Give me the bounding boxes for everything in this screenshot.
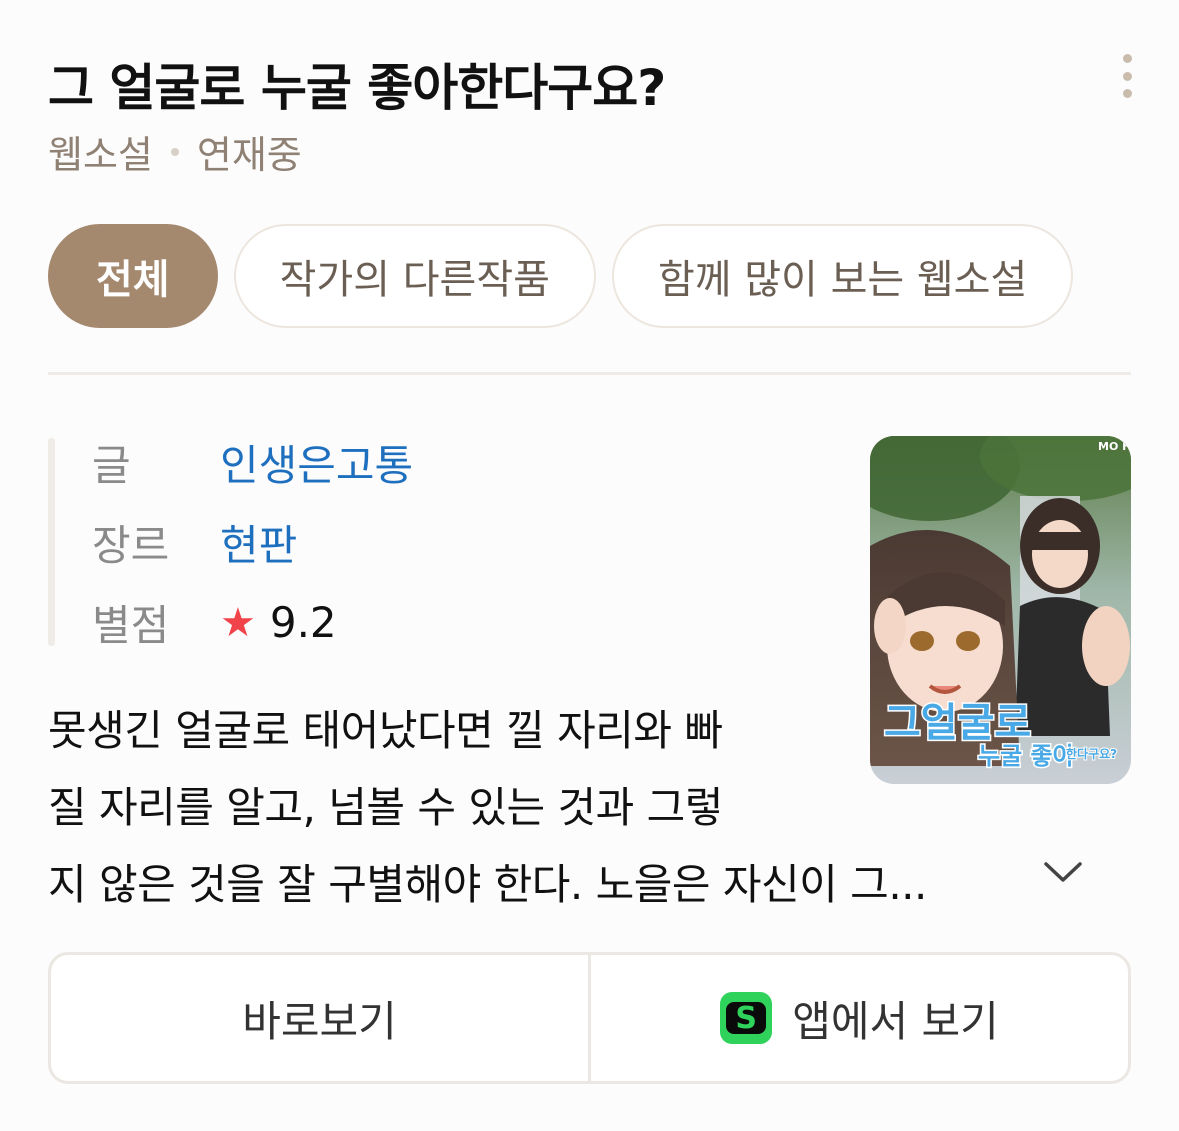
- tab-related-novels[interactable]: 함께 많이 보는 웹소설: [611, 224, 1074, 328]
- description: 못생긴 얼굴로 태어났다면 낄 자리와 빠 질 자리를 알고, 넘볼 수 있는 …: [48, 692, 927, 923]
- status-label: 연재중: [196, 133, 302, 177]
- meta-line: 웹소설 연재중: [48, 124, 302, 179]
- separator-dot: [170, 147, 179, 156]
- rating-label: 별점: [92, 601, 170, 650]
- divider: [48, 372, 1131, 375]
- svg-text:그얼굴로: 그얼굴로: [884, 700, 1031, 746]
- tab-bar: 전체 작가의 다른작품 함께 많이 보는 웹소설: [48, 224, 1074, 328]
- genre-label: 장르: [92, 521, 170, 570]
- rating-value: 9.2: [269, 598, 337, 647]
- star-icon: ★: [220, 599, 256, 646]
- description-line: 질 자리를 알고, 넘볼 수 있는 것과 그렇: [48, 783, 723, 832]
- cover-image[interactable]: 그얼굴로 누굴 좋아 한다구요? MO FIC: [870, 436, 1131, 784]
- svg-text:누굴 좋아: 누굴 좋아: [978, 742, 1075, 770]
- genre-row: 장르 현판: [92, 512, 297, 573]
- rating-row: 별점 ★ 9.2: [92, 592, 337, 653]
- cover-illustration: 그얼굴로 누굴 좋아 한다구요? MO FIC: [870, 436, 1131, 784]
- author-link[interactable]: 인생은고통: [220, 432, 413, 493]
- action-buttons: 바로보기 S 앱에서 보기: [48, 952, 1131, 1084]
- genre-link[interactable]: 현판: [220, 512, 297, 573]
- read-now-label: 바로보기: [242, 996, 397, 1046]
- app-logo-icon: S: [720, 992, 773, 1044]
- author-label: 글: [92, 441, 131, 490]
- more-vertical-icon[interactable]: [1112, 54, 1142, 98]
- svg-text:MO FIC: MO FIC: [1098, 440, 1131, 453]
- description-line: 지 않은 것을 잘 구별해야 한다. 노을은 자신이 그...: [48, 860, 927, 909]
- author-row: 글 인생은고통: [92, 432, 413, 493]
- tab-author-works[interactable]: 작가의 다른작품: [233, 224, 596, 328]
- open-in-app-label: 앱에서 보기: [792, 996, 999, 1046]
- page-title: 그 얼굴로 누굴 좋아한다구요?: [48, 59, 666, 117]
- chevron-down-icon[interactable]: [1040, 858, 1086, 888]
- description-line: 못생긴 얼굴로 태어났다면 낄 자리와 빠: [48, 706, 723, 755]
- open-in-app-button[interactable]: S 앱에서 보기: [588, 955, 1128, 1081]
- read-now-button[interactable]: 바로보기: [51, 955, 588, 1081]
- tab-all[interactable]: 전체: [48, 224, 218, 328]
- info-accent-bar: [48, 438, 55, 646]
- category-label: 웹소설: [48, 133, 153, 177]
- svg-text:한다구요?: 한다구요?: [1066, 746, 1117, 761]
